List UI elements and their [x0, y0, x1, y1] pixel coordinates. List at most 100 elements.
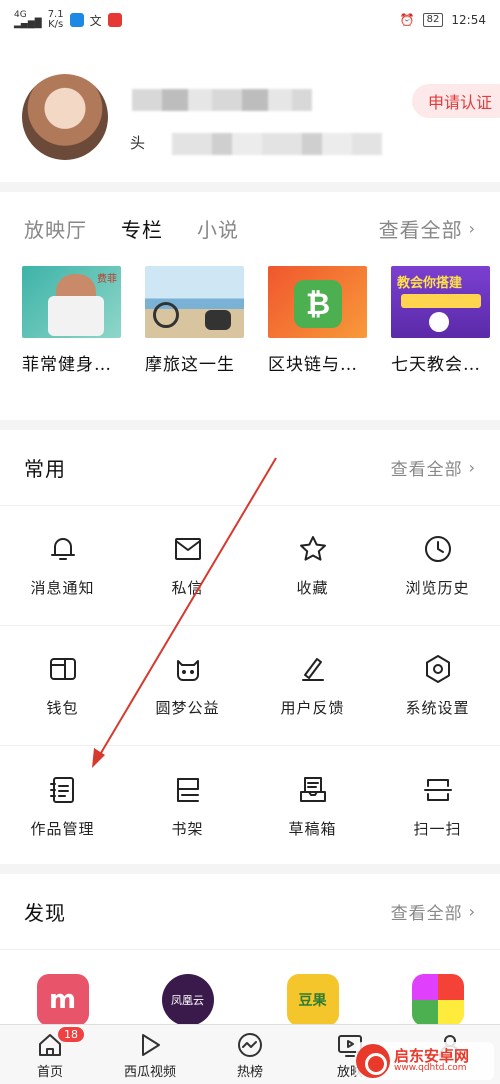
bookshelf-icon	[176, 777, 199, 802]
book-item[interactable]: ₿ 区块链与…	[268, 266, 367, 375]
star-icon	[299, 536, 326, 561]
grid-label: 钱包	[46, 699, 79, 717]
bitcoin-icon: ₿	[294, 280, 342, 328]
mail-icon	[174, 538, 201, 560]
book-title: 七天教会…	[391, 355, 481, 375]
stock-app-icon	[107, 13, 122, 27]
grid-label: 扫一扫	[413, 819, 462, 838]
grid-label: 浏览历史	[405, 579, 470, 597]
feedback-pen-icon	[301, 658, 324, 681]
common-item-notifications[interactable]: 消息通知	[0, 506, 125, 625]
book-cover: 教会你搭建	[391, 266, 490, 338]
alarm-icon: ⏰	[399, 13, 415, 27]
charity-icon	[176, 660, 199, 681]
section-title-common: 常用	[24, 457, 66, 481]
book-item[interactable]: 教会你搭建 七天教会…	[391, 266, 490, 375]
petal-app-icon	[411, 974, 464, 1026]
chevron-right-icon: ›	[468, 219, 476, 238]
discover-app[interactable]	[375, 974, 500, 1026]
common-item-drafts[interactable]: 草稿箱	[250, 746, 375, 866]
clock-time: 12:54	[451, 13, 486, 27]
profile-header: 头 申请认证	[0, 40, 500, 182]
wen-app-icon: 文	[89, 13, 102, 28]
profile-subtitle-prefix: 头	[130, 134, 146, 152]
grid-label: 书架	[171, 819, 204, 838]
common-item-works-manage[interactable]: 作品管理	[0, 746, 125, 866]
grid-label: 用户反馈	[280, 699, 345, 717]
username-blurred[interactable]	[132, 89, 312, 111]
tab-screening-hall[interactable]: 放映厅	[24, 214, 87, 243]
avatar[interactable]	[22, 74, 108, 160]
grid-label: 圆梦公益	[155, 699, 220, 717]
chevron-right-icon: ›	[468, 902, 476, 921]
notification-app-icon	[69, 13, 84, 27]
grid-label: 收藏	[296, 579, 329, 597]
draft-box-icon	[299, 776, 326, 802]
chevron-right-icon: ›	[468, 458, 476, 477]
common-see-all-link[interactable]: 查看全部 ›	[391, 455, 476, 480]
book-title: 区块链与…	[268, 355, 358, 375]
tab-column[interactable]: 专栏	[121, 214, 163, 243]
douguo-icon: 豆果	[286, 974, 339, 1026]
grid-label: 私信	[171, 579, 204, 597]
common-item-scan[interactable]: 扫一扫	[375, 746, 500, 866]
gear-icon	[425, 655, 450, 683]
book-item[interactable]: 费菲 菲常健身…	[22, 266, 121, 375]
tab-novel[interactable]: 小说	[197, 214, 239, 243]
content-tabs-card: 放映厅 专栏 小说 查看全部› 费菲 菲常健身… 摩旅这一生 ₿ 区块链与…	[0, 192, 500, 420]
grid-label: 作品管理	[30, 819, 95, 838]
watermark-title: 启东安卓网	[394, 1046, 470, 1065]
grid-label: 草稿箱	[288, 819, 337, 838]
clock-icon	[424, 536, 451, 562]
status-bar: 4G ▂▄▆█ 7.1 K/s 文 ⏰ 82 12:54	[0, 0, 500, 40]
common-item-messages[interactable]: 私信	[125, 506, 250, 625]
nav-label: 西瓜视频	[123, 1065, 176, 1080]
home-badge: 18	[58, 1027, 84, 1042]
common-item-charity[interactable]: 圆梦公益	[125, 626, 250, 745]
common-section: 常用 查看全部 › 消息通知 私信 收藏 浏览历史 钱包 圆梦公益 用户反馈 系…	[0, 430, 500, 864]
grid-label: 系统设置	[405, 699, 470, 717]
nav-label: 首页	[36, 1065, 63, 1080]
battery-indicator: 82	[422, 13, 444, 27]
tabs-see-all-link[interactable]: 查看全部 ›	[379, 214, 476, 243]
apply-verification-button[interactable]: 申请认证	[412, 84, 500, 118]
nav-trending[interactable]: 热榜	[200, 1025, 300, 1084]
discover-app[interactable]: 豆果	[250, 974, 375, 1026]
common-item-bookshelf[interactable]: 书架	[125, 746, 250, 866]
profile-subtitle-blurred	[172, 133, 382, 155]
grid-label: 消息通知	[30, 579, 95, 597]
discover-app[interactable]: 凤凰云	[125, 974, 250, 1026]
watermark-url: www.qdhtd.com	[394, 1063, 467, 1074]
book-cover	[145, 266, 244, 338]
book-cover-text: 费菲	[97, 274, 117, 285]
watermark-logo-icon	[356, 1044, 390, 1078]
m-app-icon: m	[36, 974, 89, 1026]
site-watermark: 启东安卓网 www.qdhtd.com	[356, 1042, 494, 1080]
common-item-feedback[interactable]: 用户反馈	[250, 626, 375, 745]
book-cover-text: 教会你搭建	[397, 276, 463, 291]
common-item-wallet[interactable]: 钱包	[0, 626, 125, 745]
wallet-icon	[49, 658, 76, 680]
discover-app[interactable]: m	[0, 974, 125, 1026]
book-cover: ₿	[268, 266, 367, 338]
common-item-settings[interactable]: 系统设置	[375, 626, 500, 745]
signal-icon: 4G ▂▄▆█	[14, 10, 42, 29]
trending-icon	[238, 1033, 262, 1057]
common-item-history[interactable]: 浏览历史	[375, 506, 500, 625]
nav-home[interactable]: 首页 18	[0, 1025, 100, 1084]
discover-see-all-link[interactable]: 查看全部 ›	[391, 899, 476, 924]
fenghuang-cloud-icon: 凤凰云	[161, 974, 214, 1026]
nav-xigua-video[interactable]: 西瓜视频	[100, 1025, 200, 1084]
play-icon	[142, 1034, 160, 1056]
nav-label: 热榜	[236, 1065, 263, 1080]
book-cover: 费菲	[22, 266, 121, 338]
works-list-icon	[49, 776, 74, 803]
network-speed: 7.1 K/s	[47, 9, 64, 30]
bell-icon	[50, 538, 75, 560]
scan-icon	[423, 778, 452, 801]
common-item-favorites[interactable]: 收藏	[250, 506, 375, 625]
book-title: 摩旅这一生	[145, 355, 235, 375]
book-title: 菲常健身…	[22, 355, 112, 375]
section-title-discover: 发现	[24, 901, 66, 925]
book-item[interactable]: 摩旅这一生	[145, 266, 244, 375]
